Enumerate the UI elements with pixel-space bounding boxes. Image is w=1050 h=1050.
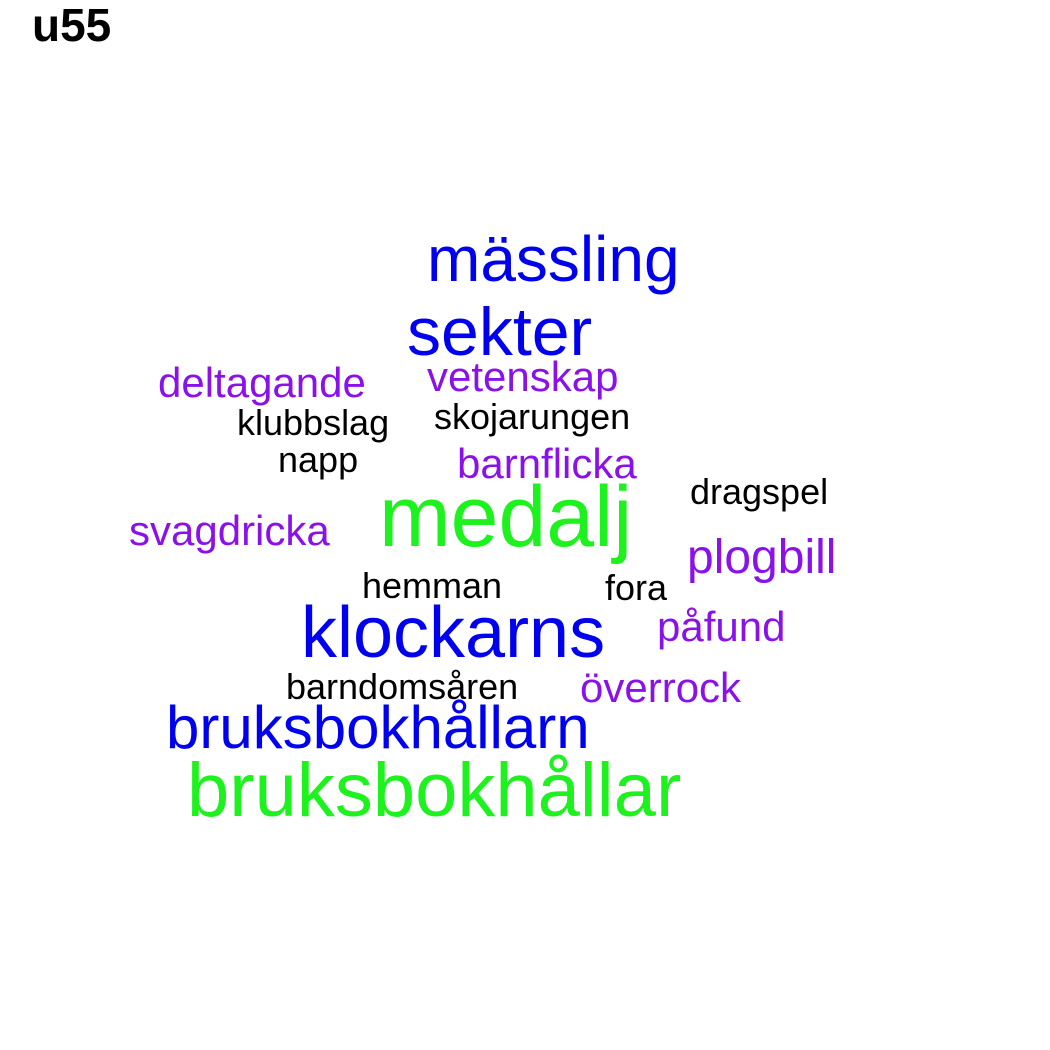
word-plogbill: plogbill <box>687 531 837 584</box>
word-deltagande: deltagande <box>158 359 366 406</box>
word-dragspel: dragspel <box>690 471 829 512</box>
word-napp: napp <box>278 439 359 480</box>
word-cloud-canvas: u55 mässling sekter deltagande vetenskap… <box>0 0 1050 1050</box>
word-massling: mässling <box>427 223 680 295</box>
word-bruksbokhallar: bruksbokhållar <box>187 748 682 833</box>
word-overrock: överrock <box>580 664 742 711</box>
word-medalj: medalj <box>379 469 633 565</box>
word-pafund: påfund <box>657 603 786 650</box>
word-skojarungen: skojarungen <box>434 396 631 437</box>
word-fora: fora <box>605 567 668 608</box>
word-klockarns: klockarns <box>301 593 606 673</box>
word-klubbslag: klubbslag <box>237 402 390 443</box>
page-title: u55 <box>32 0 112 51</box>
word-svagdricka: svagdricka <box>129 507 330 554</box>
word-vetenskap: vetenskap <box>427 353 619 400</box>
